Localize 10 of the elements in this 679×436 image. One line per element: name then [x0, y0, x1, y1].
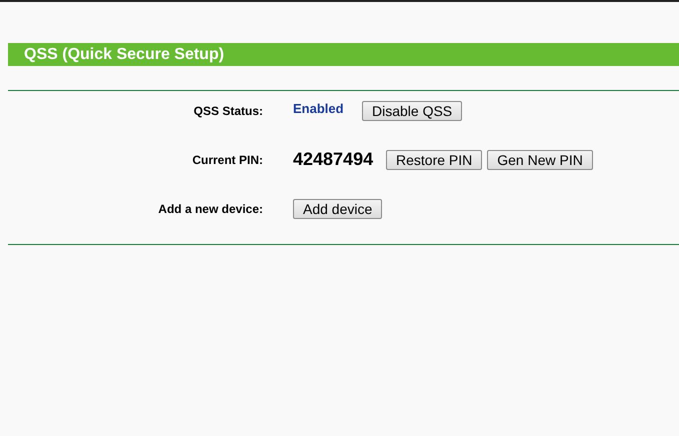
- action-button[interactable]: Restore PIN: [386, 150, 482, 170]
- status-value: Enabled: [293, 100, 345, 118]
- field-label: Current PIN:: [191, 152, 263, 168]
- action-button[interactable]: Disable QSS: [362, 100, 462, 120]
- field-label: QSS Status:: [192, 102, 263, 120]
- action-button[interactable]: Add device: [293, 198, 382, 218]
- pin-value: 42487494: [293, 148, 374, 171]
- action-button[interactable]: Gen New PIN: [487, 150, 593, 170]
- section-header: QSS (Quick Secure Setup): [8, 43, 679, 66]
- field-label: Add a new device:: [157, 200, 263, 218]
